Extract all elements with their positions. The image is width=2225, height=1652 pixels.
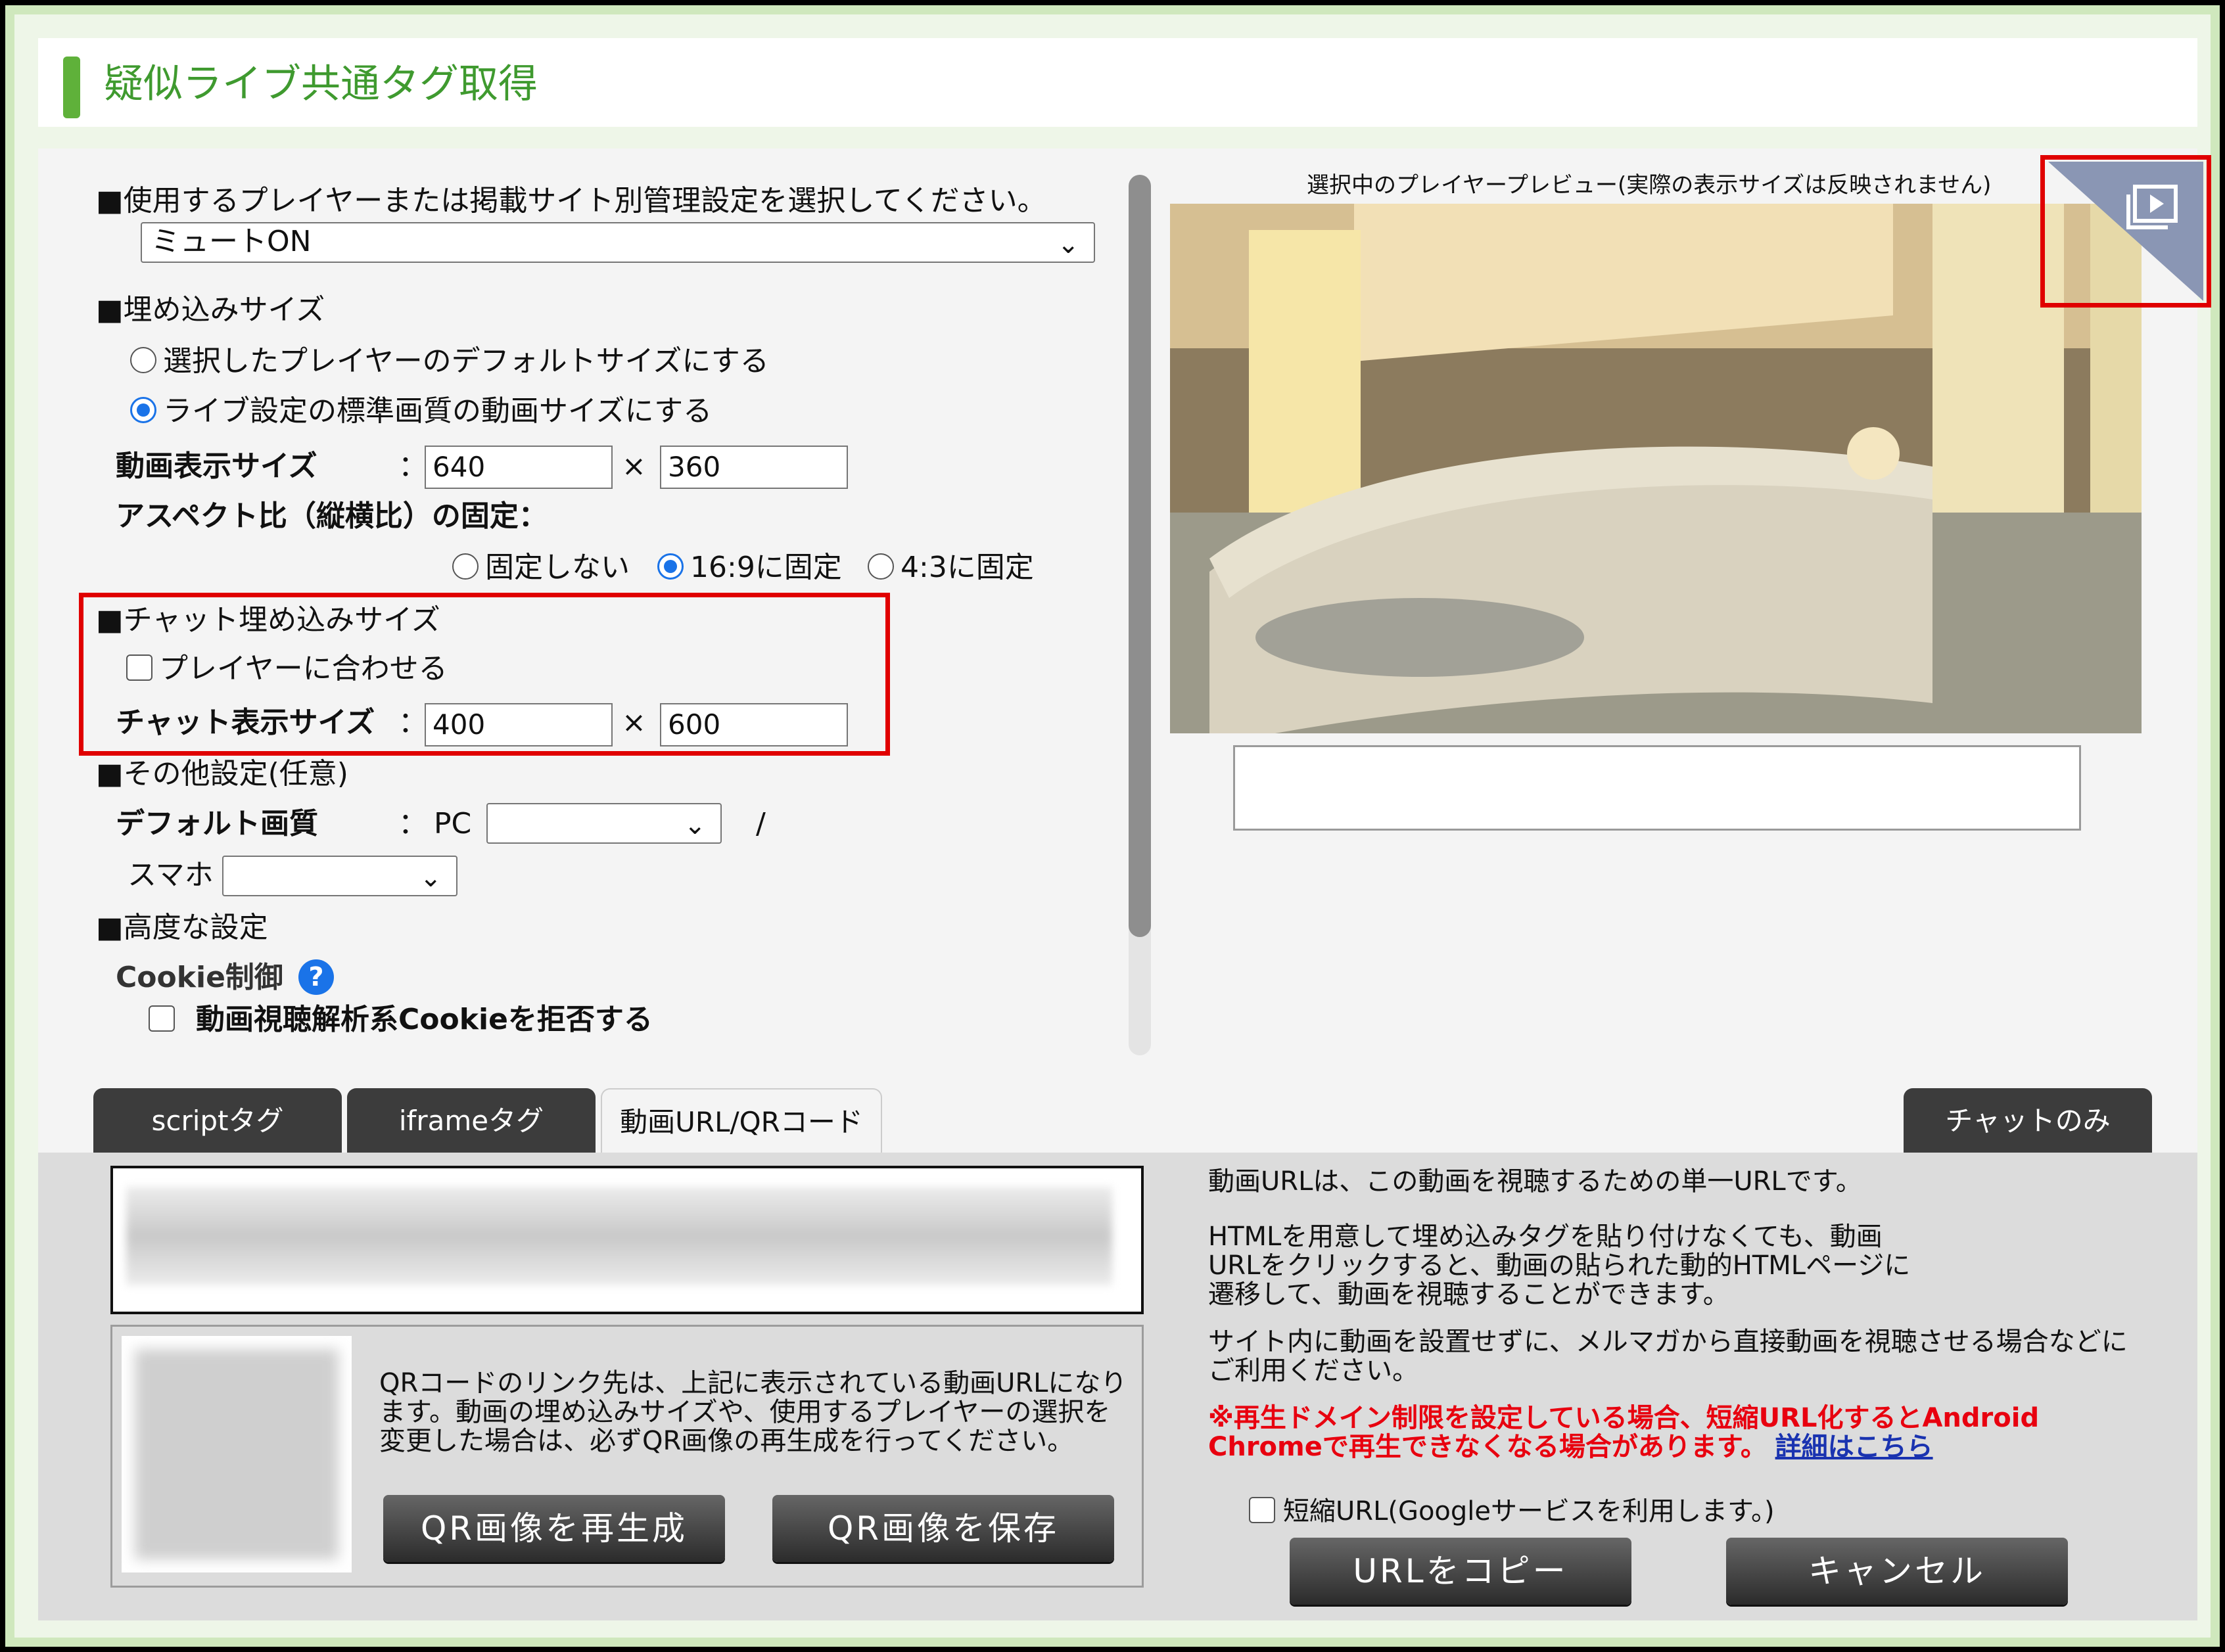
cancel-button[interactable]: キャンセル	[1726, 1538, 2068, 1605]
chat-size-field-label: チャット表示サイズ	[116, 706, 375, 739]
copy-url-button[interactable]: URLをコピー	[1290, 1538, 1631, 1605]
video-size-times: ×	[622, 449, 646, 483]
preview-chat-area	[1233, 745, 2081, 831]
chevron-down-icon: ⌄	[1057, 229, 1079, 260]
checkbox-fit-player-label: プレイヤーに合わせる	[159, 652, 448, 685]
url-text-blurred	[126, 1187, 1112, 1285]
info-paragraph-2: HTMLを用意して埋め込みタグを貼り付けなくても、動画URLをクリックすると、動…	[1208, 1222, 1911, 1310]
radio-aspect-16-9-label: 16:9に固定	[690, 551, 842, 584]
video-size-colon: ：	[398, 449, 427, 483]
page-header: 疑似ライブ共通タグ取得	[38, 38, 2197, 127]
radio-default-size[interactable]	[130, 347, 156, 373]
chat-height-input[interactable]: 600	[660, 703, 848, 746]
info-paragraph-3: サイト内に動画を設置せずに、メルマガから直接動画を視聴させる場合などにご利用くだ…	[1208, 1327, 2128, 1386]
checkbox-fit-player[interactable]	[126, 654, 152, 681]
video-height-input[interactable]: 360	[660, 446, 848, 489]
phone-label: スマホ	[128, 858, 214, 892]
radio-live-size-label: ライブ設定の標準画質の動画サイズにする	[163, 394, 713, 428]
chat-size-times: ×	[622, 706, 646, 739]
qr-image	[122, 1336, 352, 1572]
chat-size-colon: ：	[398, 706, 427, 739]
radio-aspect-4-3-label: 4:3に固定	[901, 551, 1034, 584]
radio-aspect-none-label: 固定しない	[485, 551, 630, 584]
video-size-label: 動画表示サイズ	[116, 449, 317, 483]
checkbox-reject-cookie-label: 動画視聴解析系Cookieを拒否する	[196, 1003, 653, 1036]
window-frame: 疑似ライブ共通タグ取得 ■使用するプレイヤーまたは掲載サイト別管理設定を選択して…	[0, 0, 2225, 1652]
video-width-input[interactable]: 640	[425, 446, 613, 489]
checkbox-short-url-label: 短縮URL(Googleサービスを利用します。)	[1283, 1496, 1775, 1526]
radio-default-size-label: 選択したプレイヤーのデフォルトサイズにする	[163, 344, 769, 378]
default-quality-label: デフォルト画質	[116, 807, 318, 840]
aspect-ratio-label: アスペクト比（縦横比）の固定：	[116, 499, 548, 533]
pc-quality-select[interactable]: ⌄	[486, 803, 722, 844]
tab-url-qr[interactable]: 動画URL/QRコード	[601, 1088, 882, 1154]
chevron-down-icon: ⌄	[419, 863, 442, 893]
radio-aspect-none[interactable]	[452, 553, 479, 580]
radio-aspect-16-9[interactable]	[657, 553, 684, 580]
cookie-control-label: Cookie制御	[116, 961, 283, 994]
qr-image-blurred	[135, 1349, 339, 1559]
tab-script[interactable]: scriptタグ	[93, 1088, 342, 1154]
page-title: 疑似ライブ共通タグ取得	[104, 61, 538, 107]
tab-chat-only[interactable]: チャットのみ	[1904, 1088, 2152, 1154]
advanced-settings-label: ■高度な設定	[96, 911, 268, 944]
chat-width-input[interactable]: 400	[425, 703, 613, 746]
preview-caption: 選択中のプレイヤープレビュー(実際の表示サイズは反映されません)	[1307, 172, 1992, 198]
radio-live-size[interactable]	[130, 397, 156, 423]
player-select[interactable]: ミュートON ⌄	[141, 222, 1095, 263]
quality-slash: /	[756, 807, 766, 840]
player-select-value: ミュートON	[151, 225, 312, 258]
chat-size-label: ■チャット埋め込みサイズ	[96, 603, 440, 637]
main-panel: ■使用するプレイヤーまたは掲載サイト別管理設定を選択してください。 ミュートON…	[38, 149, 2211, 1620]
tab-content-panel: QRコードのリンク先は、上記に表示されている動画URLになります。動画の埋め込み…	[38, 1153, 2197, 1620]
regenerate-qr-button[interactable]: QR画像を再生成	[383, 1495, 725, 1562]
warning-block: ※再生ドメイン制限を設定している場合、短縮URL化するとAndroid Chro…	[1208, 1404, 2128, 1461]
player-preview[interactable]	[1170, 204, 2142, 733]
player-section-label: ■使用するプレイヤーまたは掲載サイト別管理設定を選択してください。	[96, 184, 1046, 218]
popout-preview-icon[interactable]	[2048, 162, 2203, 301]
preview-video-frame	[1170, 204, 2142, 733]
save-qr-button[interactable]: QR画像を保存	[772, 1495, 1114, 1562]
qr-panel: QRコードのリンク先は、上記に表示されている動画URLになります。動画の埋め込み…	[110, 1325, 1144, 1588]
other-settings-label: ■その他設定(任意)	[96, 757, 348, 791]
help-icon[interactable]: ?	[298, 959, 334, 995]
tab-iframe[interactable]: iframeタグ	[347, 1088, 596, 1154]
pc-label: PC	[434, 807, 472, 840]
phone-quality-select[interactable]: ⌄	[222, 856, 457, 896]
chevron-down-icon: ⌄	[684, 810, 706, 840]
header-accent-bar	[63, 57, 80, 118]
settings-scrollbar-thumb[interactable]	[1129, 175, 1151, 937]
checkbox-reject-cookie[interactable]	[149, 1005, 175, 1032]
radio-aspect-4-3[interactable]	[868, 553, 894, 580]
info-paragraph-1: 動画URLは、この動画を視聴するための単一URLです。	[1208, 1166, 1862, 1197]
embed-size-label: ■埋め込みサイズ	[96, 293, 325, 327]
settings-scrollbar[interactable]	[1129, 175, 1151, 1055]
default-quality-colon: ：	[398, 807, 427, 840]
video-url-textarea[interactable]	[110, 1166, 1144, 1314]
details-link[interactable]: 詳細はこちら	[1775, 1432, 1933, 1462]
checkbox-short-url[interactable]	[1249, 1497, 1275, 1523]
qr-description: QRコードのリンク先は、上記に表示されている動画URLになります。動画の埋め込み…	[379, 1368, 1127, 1456]
